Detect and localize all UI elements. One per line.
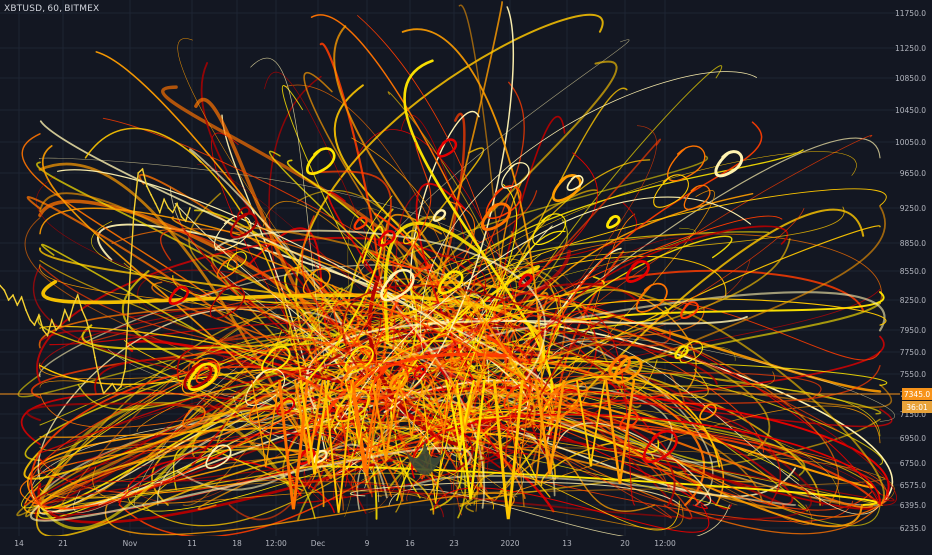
y-tick-label: 6235.0 bbox=[900, 524, 926, 533]
x-tick-label: Dec bbox=[311, 539, 326, 548]
y-tick-label: 9250.0 bbox=[900, 204, 926, 213]
x-tick-label: 12:00 bbox=[654, 539, 676, 548]
x-tick-label: 2020 bbox=[500, 539, 519, 548]
x-axis[interactable]: 14 21 Nov 11 18 12:00 Dec 9 16 23 2020 13 20 12:00 bbox=[0, 536, 900, 550]
y-axis[interactable]: 11750.0 11250.0 10850.0 10450.0 10050.0 9650.… bbox=[895, 0, 932, 550]
exchange-label: BITMEX bbox=[64, 4, 100, 14]
y-tick-label: 11250.0 bbox=[895, 44, 926, 53]
x-tick-label: Nov bbox=[123, 539, 138, 548]
flame-curl bbox=[353, 216, 368, 230]
y-tick-label: 8850.0 bbox=[900, 239, 926, 248]
y-tick-label: 6395.0 bbox=[900, 501, 926, 510]
x-tick-label: 16 bbox=[405, 539, 415, 548]
y-tick-label: 10850.0 bbox=[895, 74, 926, 83]
y-tick-label: 6575.0 bbox=[900, 481, 926, 490]
countdown-label: 36:01 bbox=[906, 403, 928, 412]
symbol-title: XBTUSD, 60, BITMEX bbox=[4, 4, 101, 14]
chart-area[interactable]: 11750.0 11250.0 10850.0 10450.0 10050.0 9650.… bbox=[0, 0, 932, 550]
interval-label: 60, bbox=[47, 4, 63, 14]
x-tick-label: 14 bbox=[14, 539, 24, 548]
current-price-label: 7345.0 bbox=[904, 390, 930, 399]
price-chart[interactable]: 11750.0 11250.0 10850.0 10450.0 10050.0 9650.… bbox=[0, 0, 932, 550]
symbol-name: XBTUSD, bbox=[4, 4, 46, 14]
x-tick-label: 21 bbox=[58, 539, 68, 548]
y-tick-label: 11750.0 bbox=[895, 9, 926, 18]
flame-curl bbox=[606, 215, 621, 229]
y-tick-label: 10450.0 bbox=[895, 106, 926, 115]
x-tick-label: 13 bbox=[562, 539, 572, 548]
x-tick-label: 11 bbox=[187, 539, 197, 548]
y-tick-label: 7550.0 bbox=[900, 370, 926, 379]
y-tick-label: 8250.0 bbox=[900, 296, 926, 305]
y-tick-label: 6950.0 bbox=[900, 434, 926, 443]
y-tick-label: 7950.0 bbox=[900, 326, 926, 335]
y-tick-label: 7750.0 bbox=[900, 348, 926, 357]
y-tick-label: 10050.0 bbox=[895, 138, 926, 147]
y-tick-label: 8550.0 bbox=[900, 267, 926, 276]
x-tick-label: 20 bbox=[620, 539, 630, 548]
y-tick-label: 6750.0 bbox=[900, 459, 926, 468]
x-tick-label: 23 bbox=[449, 539, 459, 548]
x-tick-label: 18 bbox=[232, 539, 242, 548]
y-tick-label: 9650.0 bbox=[900, 169, 926, 178]
x-tick-label: 9 bbox=[365, 539, 370, 548]
x-tick-label: 12:00 bbox=[265, 539, 287, 548]
